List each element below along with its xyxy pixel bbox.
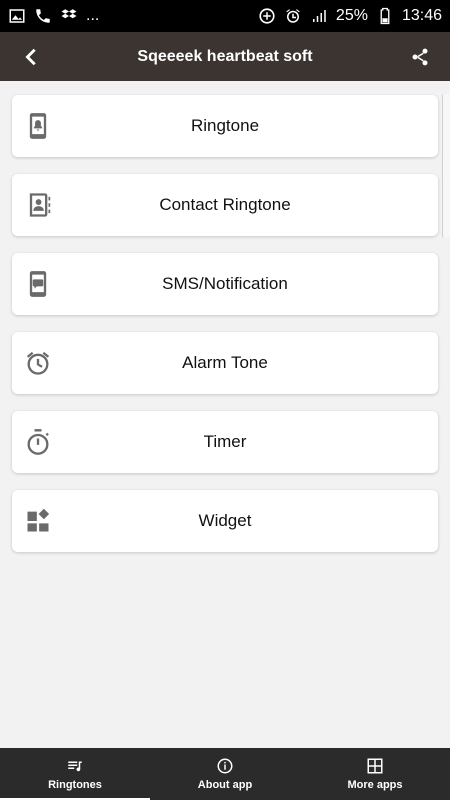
alarm-status-icon xyxy=(284,7,302,25)
menu-item-label: Alarm Tone xyxy=(182,353,268,372)
gallery-icon xyxy=(8,7,26,25)
back-arrow-icon xyxy=(25,48,36,65)
menu-item-label: Widget xyxy=(198,511,252,530)
nav-more-apps[interactable]: More apps xyxy=(300,748,450,800)
signal-icon xyxy=(310,7,328,25)
menu-item-timer[interactable]: Timer xyxy=(12,411,438,473)
data-saver-icon xyxy=(258,7,276,25)
more-notifications: ... xyxy=(86,7,100,24)
nav-about-app[interactable]: About app xyxy=(150,748,300,800)
menu-item-alarm-tone[interactable]: Alarm Tone xyxy=(12,332,438,394)
battery-icon xyxy=(376,7,394,25)
status-left: ... xyxy=(8,7,99,25)
share-icon xyxy=(412,48,428,65)
alarm-clock-icon xyxy=(24,349,52,377)
back-button[interactable] xyxy=(12,39,48,75)
nav-label: About app xyxy=(197,779,253,791)
menu-item-label: Contact Ringtone xyxy=(159,195,291,214)
widget-icon xyxy=(24,507,52,535)
phone-message-icon xyxy=(24,270,52,298)
page-title: Sqeeeek heartbeat soft xyxy=(137,47,313,65)
stopwatch-icon xyxy=(24,428,52,456)
nav-label: Ringtones xyxy=(48,779,102,791)
menu-item-sms-notification[interactable]: SMS/Notification xyxy=(12,253,438,315)
grid-icon xyxy=(367,758,383,774)
dropbox-icon xyxy=(60,7,78,25)
menu-item-label: SMS/Notification xyxy=(162,274,288,293)
menu-item-widget[interactable]: Widget xyxy=(12,490,438,552)
info-icon xyxy=(217,758,233,774)
status-bar: ... 25% 13:46 xyxy=(0,0,450,32)
nav-ringtones[interactable]: Ringtones xyxy=(0,748,150,800)
app-bar: Sqeeeek heartbeat soft xyxy=(0,32,450,81)
phone-bell-icon xyxy=(24,112,52,140)
status-right: 25% 13:46 xyxy=(258,7,442,25)
menu-item-contact-ringtone[interactable]: Contact Ringtone xyxy=(12,174,438,236)
menu-item-label: Ringtone xyxy=(190,116,260,135)
menu-item-ringtone[interactable]: Ringtone xyxy=(12,95,438,157)
contact-book-icon xyxy=(24,191,52,219)
share-button[interactable] xyxy=(402,39,438,75)
scroll-edge xyxy=(442,94,450,238)
battery-percent: 25% xyxy=(335,7,368,24)
bottom-nav: Ringtones About app More apps xyxy=(0,748,450,800)
call-icon xyxy=(34,7,52,25)
menu-item-label: Timer xyxy=(203,432,247,451)
clock: 13:46 xyxy=(401,7,442,24)
music-list-icon xyxy=(68,761,82,772)
nav-label: More apps xyxy=(347,779,403,791)
